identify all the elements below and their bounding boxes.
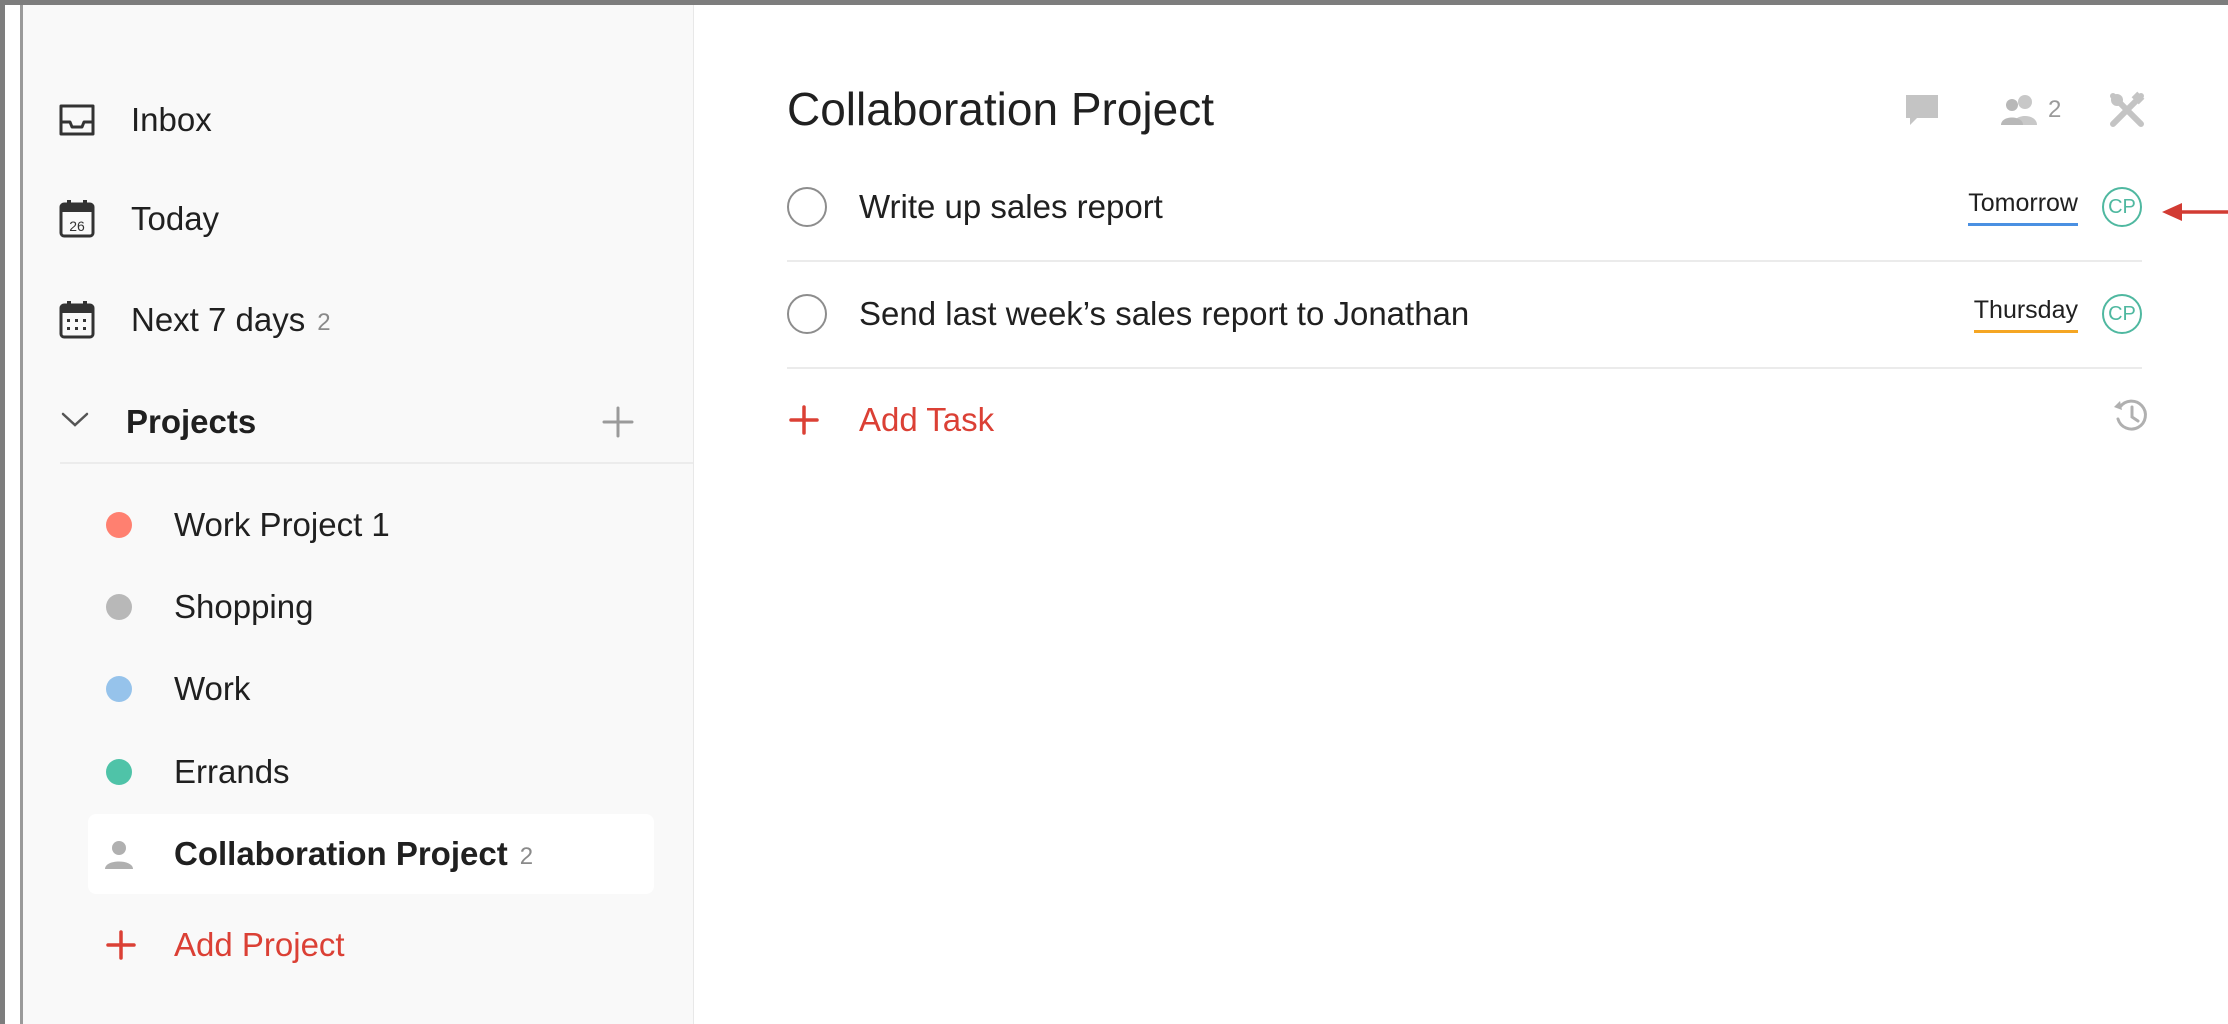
comment-icon[interactable] (1900, 88, 1944, 132)
settings-icon[interactable] (2105, 88, 2149, 132)
add-project-plus-icon[interactable] (596, 400, 640, 444)
project-label: Collaboration Project (174, 835, 508, 872)
svg-text:26: 26 (69, 218, 85, 234)
sidebar-item-label: Inbox (131, 101, 212, 138)
project-label: Work (174, 670, 251, 707)
assignee-avatar[interactable]: CP (2102, 187, 2142, 227)
plus-icon (104, 928, 138, 962)
due-date[interactable]: Tomorrow (1968, 189, 2078, 226)
project-item-work-project-1[interactable]: Work Project 1 (88, 485, 654, 565)
project-label: Shopping (174, 588, 314, 625)
project-color-dot (106, 759, 132, 785)
project-label: Errands (174, 753, 290, 790)
sidebar-item-next-7-days[interactable]: Next 7 days 2 (55, 290, 331, 350)
sidebar-item-label: Next 7 days (131, 301, 306, 338)
project-item-shopping[interactable]: Shopping (88, 567, 654, 647)
project-color-dot (106, 512, 132, 538)
add-project-button[interactable]: Add Project (104, 915, 345, 975)
inbox-icon (55, 98, 99, 142)
project-item-errands[interactable]: Errands (88, 732, 654, 812)
task-meta: Tomorrow CP (1968, 187, 2142, 227)
plus-icon (787, 403, 821, 437)
sidebar-item-today[interactable]: 26 Today (55, 189, 219, 249)
members-count: 2 (2048, 96, 2062, 123)
sidebar-item-inbox[interactable]: Inbox (55, 90, 212, 150)
chevron-down-icon[interactable] (60, 410, 90, 435)
due-date[interactable]: Thursday (1973, 296, 2078, 333)
project-color-dot (106, 676, 132, 702)
project-color-dot (106, 594, 132, 620)
calendar-today-icon: 26 (55, 197, 99, 241)
assignee-avatar[interactable]: CP (2102, 294, 2142, 334)
page-title: Collaboration Project (787, 83, 1215, 135)
task-meta: Thursday CP (1973, 294, 2142, 334)
project-item-work[interactable]: Work (88, 649, 654, 729)
projects-title: Projects (126, 403, 257, 440)
add-task-label: Add Task (859, 401, 995, 438)
sidebar-divider (60, 462, 693, 464)
task-checkbox[interactable] (787, 187, 827, 227)
task-text[interactable]: Send last week’s sales report to Jonatha… (859, 295, 1469, 333)
calendar-week-icon (55, 298, 99, 342)
header-icons: 2 (1900, 88, 2149, 132)
projects-header[interactable]: Projects (60, 392, 640, 452)
project-count: 2 (519, 843, 534, 870)
task-text[interactable]: Write up sales report (859, 188, 1163, 226)
add-project-label: Add Project (174, 926, 345, 963)
history-icon[interactable] (2110, 395, 2152, 437)
task-row[interactable]: Write up sales report Tomorrow CP (787, 154, 2142, 262)
sidebar-item-count: 2 (317, 309, 331, 336)
sidebar-item-label: Today (131, 200, 220, 237)
project-label: Work Project 1 (174, 506, 390, 543)
shared-person-icon (102, 837, 136, 871)
task-checkbox[interactable] (787, 294, 827, 334)
people-icon[interactable]: 2 (1998, 92, 2061, 128)
annotation-arrow-icon (2160, 192, 2228, 232)
project-item-collaboration-project[interactable]: Collaboration Project 2 (88, 814, 654, 894)
add-task-button[interactable]: Add Task (787, 390, 994, 450)
task-row[interactable]: Send last week’s sales report to Jonatha… (787, 261, 2142, 369)
